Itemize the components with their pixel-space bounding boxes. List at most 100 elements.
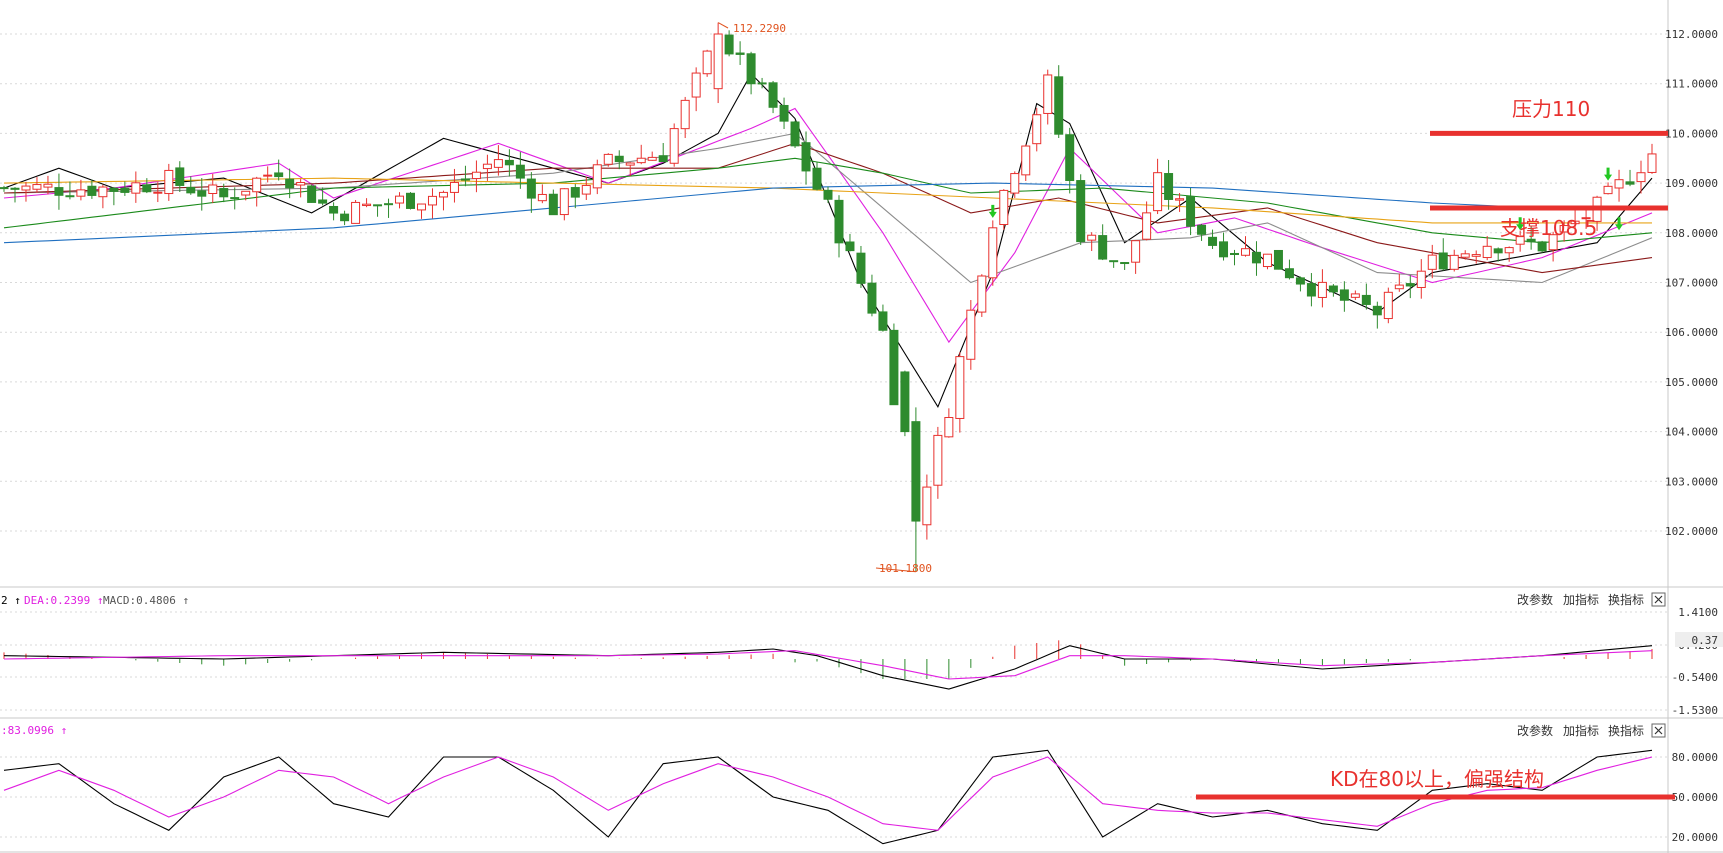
candle bbox=[1142, 201, 1152, 241]
candle bbox=[1647, 143, 1657, 174]
candle bbox=[1175, 193, 1185, 212]
kd-swap-indicator-button[interactable]: 换指标 bbox=[1608, 723, 1644, 738]
candle bbox=[1493, 247, 1503, 262]
macd-close-icon[interactable] bbox=[1651, 592, 1666, 607]
kd-add-indicator-button[interactable]: 加指标 bbox=[1563, 723, 1599, 738]
candle bbox=[54, 173, 64, 210]
macd-swap-indicator-button[interactable]: 换指标 bbox=[1608, 592, 1644, 607]
candle bbox=[1076, 174, 1086, 245]
candle bbox=[834, 195, 844, 258]
candle bbox=[856, 245, 866, 288]
candle bbox=[109, 186, 119, 206]
candle bbox=[1032, 107, 1042, 152]
candle bbox=[845, 233, 855, 252]
macd-current-value: 0.37 bbox=[1692, 634, 1719, 647]
signal-arrow-icon bbox=[988, 204, 997, 218]
candle bbox=[340, 210, 350, 226]
candle bbox=[1251, 241, 1261, 276]
candle bbox=[911, 407, 921, 572]
candle bbox=[460, 165, 470, 187]
candle bbox=[1186, 187, 1196, 236]
candle bbox=[449, 168, 459, 203]
moving-average-lines bbox=[3, 72, 1653, 409]
grid-layer bbox=[0, 0, 1723, 853]
y-axis-labels: 112.0000 111.0000 110.0000 109.0000 108.0000… bbox=[1665, 28, 1718, 844]
price-tick-label: 110.0000 bbox=[1665, 127, 1718, 140]
candle bbox=[208, 173, 218, 204]
high-marker bbox=[717, 22, 729, 29]
macd-add-indicator-button[interactable]: 加指标 bbox=[1563, 592, 1599, 607]
price-tick-label: 103.0000 bbox=[1665, 475, 1718, 488]
candle bbox=[1328, 284, 1338, 297]
candle bbox=[1317, 269, 1327, 308]
macd-panel bbox=[3, 640, 1653, 690]
candle bbox=[944, 408, 954, 438]
candle bbox=[504, 149, 514, 177]
candle bbox=[21, 181, 31, 202]
candle bbox=[988, 220, 998, 286]
price-tick-label: 112.0000 bbox=[1665, 28, 1718, 41]
candle bbox=[537, 184, 547, 204]
candle bbox=[1197, 223, 1207, 241]
candle bbox=[867, 274, 877, 317]
candle bbox=[999, 189, 1009, 230]
candle bbox=[1306, 273, 1316, 307]
signal-arrow-icon bbox=[1604, 167, 1613, 181]
candle bbox=[658, 143, 668, 163]
candle bbox=[1219, 232, 1229, 261]
macd-tick-label: -0.5400 bbox=[1672, 671, 1718, 684]
candle bbox=[1043, 69, 1053, 125]
candle bbox=[1416, 259, 1426, 299]
candle bbox=[878, 304, 888, 332]
candle bbox=[746, 51, 756, 95]
candle bbox=[362, 198, 372, 208]
kd-value-label: :83.0996 ↑ bbox=[1, 724, 67, 737]
candle bbox=[263, 166, 273, 183]
candle bbox=[757, 77, 767, 89]
price-tick-label: 106.0000 bbox=[1665, 326, 1718, 339]
candle bbox=[1603, 182, 1613, 195]
kd-change-params-button[interactable]: 改参数 bbox=[1517, 723, 1553, 738]
candlesticks bbox=[0, 22, 1657, 573]
macd-tick-label: -1.5300 bbox=[1672, 704, 1718, 717]
kd-tick-label: 80.0000 bbox=[1672, 751, 1718, 764]
candle bbox=[603, 153, 613, 167]
candle bbox=[889, 323, 899, 406]
kd-tick-label: 50.0000 bbox=[1672, 791, 1718, 804]
ma-line-ma5 bbox=[3, 72, 1653, 409]
candle bbox=[933, 426, 943, 499]
candle bbox=[153, 182, 163, 203]
candle bbox=[471, 160, 481, 193]
candle bbox=[373, 204, 383, 217]
candle bbox=[559, 188, 569, 221]
candle bbox=[120, 181, 130, 196]
candle bbox=[252, 176, 262, 207]
candle bbox=[977, 274, 987, 317]
candle bbox=[1262, 253, 1272, 270]
candle bbox=[966, 300, 976, 370]
macd-dea-label: DEA:0.2399 ↑ bbox=[24, 594, 103, 607]
candle bbox=[395, 192, 405, 209]
candle bbox=[1383, 287, 1393, 324]
candle bbox=[10, 187, 20, 203]
candle bbox=[1054, 65, 1064, 138]
candle bbox=[307, 184, 317, 203]
price-high-label: 112.2290 bbox=[733, 22, 786, 35]
macd-value-label: MACD:0.4806 ↑ bbox=[103, 594, 189, 607]
candle bbox=[406, 192, 416, 210]
macd-change-params-button[interactable]: 改参数 bbox=[1517, 592, 1553, 607]
price-tick-label: 107.0000 bbox=[1665, 277, 1718, 290]
candle bbox=[691, 67, 701, 112]
candle bbox=[1098, 224, 1108, 261]
candle bbox=[1350, 290, 1360, 300]
price-low-label: 101.1800 bbox=[879, 562, 932, 575]
kd-close-icon[interactable] bbox=[1651, 723, 1666, 738]
candle bbox=[493, 145, 503, 176]
candle bbox=[548, 189, 558, 216]
candle bbox=[427, 188, 437, 219]
candle bbox=[1449, 249, 1459, 272]
candle bbox=[713, 22, 723, 104]
candle bbox=[1230, 249, 1240, 266]
candle bbox=[647, 151, 657, 161]
candle bbox=[131, 171, 141, 203]
